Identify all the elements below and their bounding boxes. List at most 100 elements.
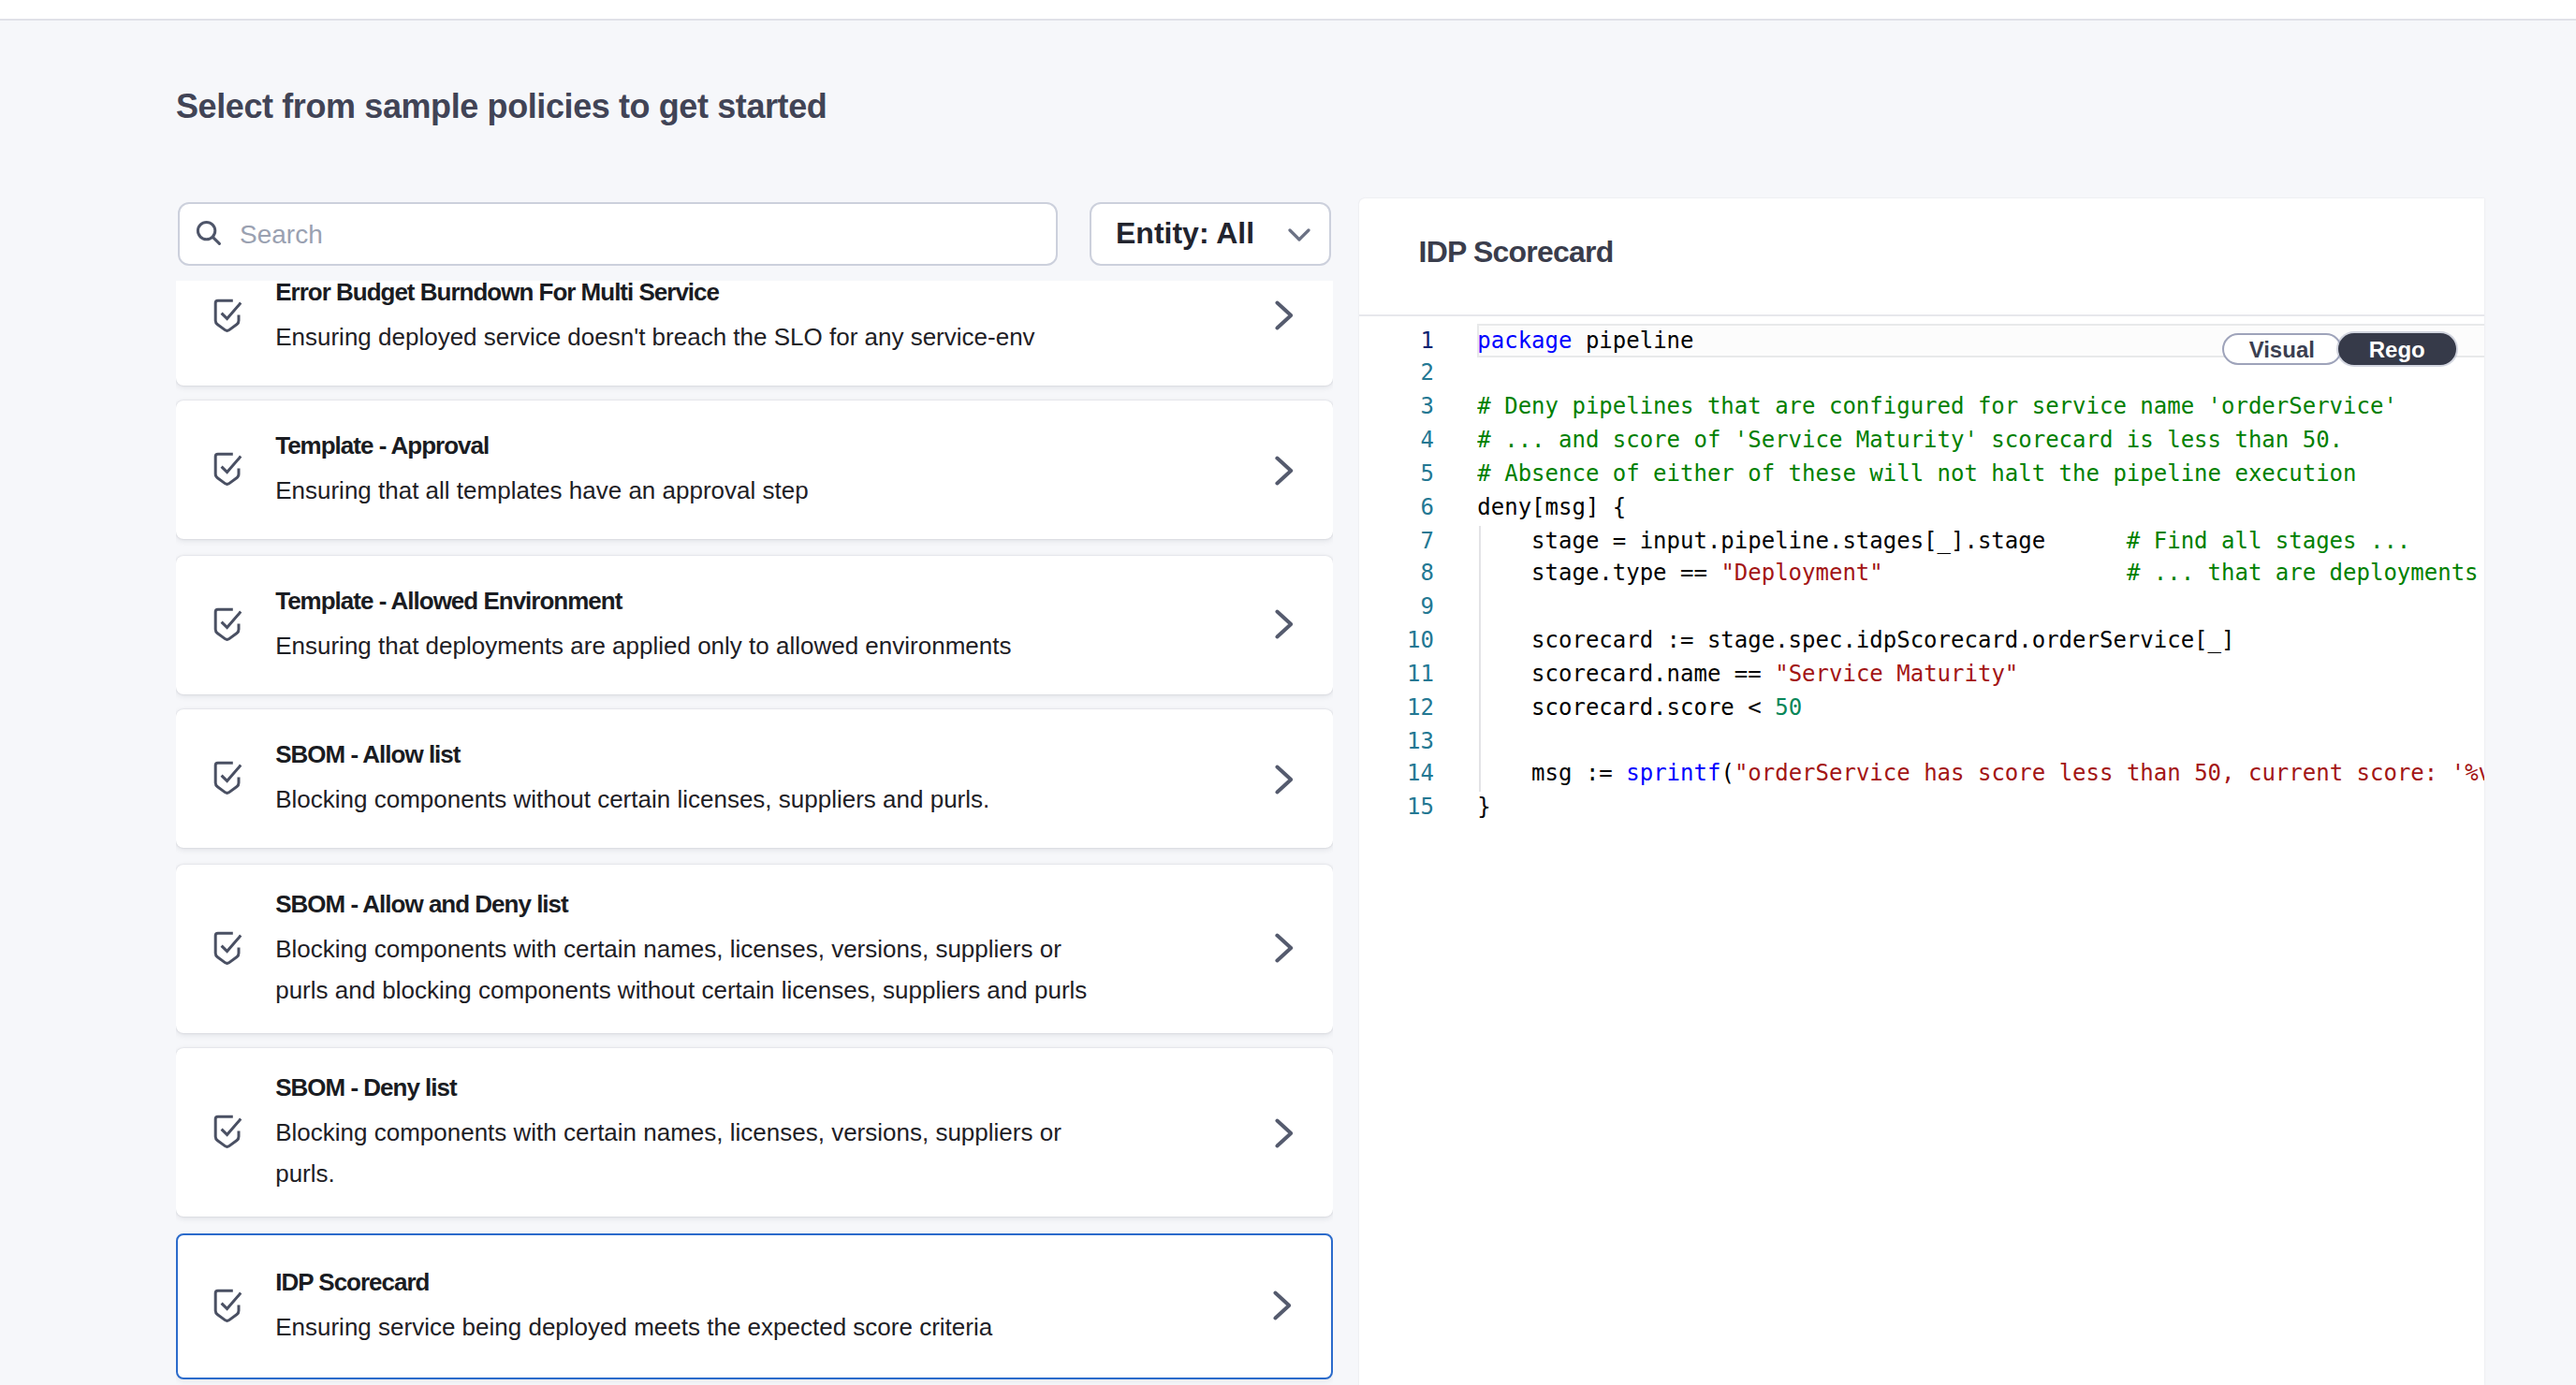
code-token: 50 (1775, 694, 1802, 721)
code-token: } (1477, 795, 1490, 821)
code-token: "Service Maturity" (1775, 661, 2018, 687)
policy-card[interactable]: Error Budget Burndown For Multi Service E… (175, 281, 1333, 385)
code-token: # Find all stages ... (2127, 527, 2410, 553)
chevron-right-icon[interactable] (1272, 299, 1295, 331)
policy-card-description: Ensuring that all templates have an appr… (275, 471, 1221, 512)
line-number: 5 (1359, 459, 1434, 492)
shield-check-icon (212, 1114, 243, 1153)
search-box (178, 201, 1058, 265)
policy-card-title: SBOM - Allow and Deny list (275, 885, 1221, 923)
policy-card-texts: SBOM - Allow listBlocking components wit… (275, 736, 1221, 821)
line-number: 1 (1359, 325, 1434, 358)
policy-card-texts: IDP Scorecard Ensuring service being depl… (275, 1263, 1219, 1348)
line-number: 2 (1359, 358, 1434, 392)
line-number: 13 (1359, 725, 1434, 759)
line-number: 4 (1359, 425, 1434, 459)
policy-card-texts: Error Budget Burndown For Multi Service E… (275, 281, 1221, 357)
code-line: # ... and score of 'Service Maturity' sc… (1477, 425, 2484, 459)
line-number: 9 (1359, 592, 1434, 626)
line-number: 12 (1359, 692, 1434, 726)
policy-card-title: SBOM - Deny list (275, 1070, 1221, 1107)
shield-check-icon (212, 760, 243, 799)
policy-card-title: SBOM - Allow list (275, 736, 1221, 774)
line-number: 3 (1359, 391, 1434, 425)
line-number: 10 (1359, 625, 1434, 659)
chevron-right-icon[interactable] (1272, 763, 1295, 795)
code-token: scorecard.score < (1477, 694, 1775, 721)
sample-policies-page: Select from sample policies to get start… (0, 0, 2576, 1385)
policy-card-title: IDP Scorecard (275, 1263, 1219, 1301)
policy-card-texts: Template - Allowed Environment Ensuring t… (275, 582, 1221, 666)
code-token: # ... and score of 'Service Maturity' sc… (1477, 427, 2343, 453)
policy-card[interactable]: IDP Scorecard Ensuring service being depl… (175, 1232, 1333, 1378)
entity-filter-label: Entity: All (1091, 216, 1254, 250)
code-token (1883, 561, 2127, 587)
rego-toggle-button[interactable]: Rego (2338, 333, 2456, 366)
code-line: scorecard.name == "Service Maturity" (1477, 659, 2484, 692)
code-token: deny[msg] { (1477, 493, 1626, 519)
chevron-right-icon[interactable] (1272, 932, 1295, 964)
shield-check-icon (212, 929, 243, 969)
line-number: 8 (1359, 559, 1434, 592)
line-number: 15 (1359, 793, 1434, 826)
policy-card-title: Template - Approval (275, 428, 1221, 465)
policy-card-texts: SBOM - Deny listBlocking components with… (275, 1070, 1221, 1195)
policy-card[interactable]: Template - Approval Ensuring that all tem… (175, 401, 1333, 539)
chevron-right-icon[interactable] (1272, 608, 1295, 640)
line-number: 7 (1359, 525, 1434, 559)
entity-filter-dropdown[interactable]: Entity: All (1090, 201, 1330, 265)
shield-check-icon (212, 297, 243, 336)
shield-check-icon (212, 451, 243, 490)
policy-card-title: Template - Allowed Environment (275, 582, 1221, 620)
code-line: deny[msg] { (1477, 491, 2484, 525)
policy-card[interactable]: SBOM - Allow and Deny list Blocking compo… (175, 864, 1333, 1032)
code-token: # Deny pipelines that are configured for… (1477, 393, 2397, 419)
code-token: scorecard := stage.spec.idpScorecard.ord… (1477, 627, 2234, 653)
policy-card-texts: SBOM - Allow and Deny list Blocking compo… (275, 885, 1221, 1011)
code-token: stage = input.pipeline.stages[_].stage (1477, 527, 2127, 553)
policy-card[interactable]: SBOM - Deny listBlocking components with… (175, 1048, 1333, 1217)
policy-card-description: Ensuring service being deployed meets th… (275, 1306, 1219, 1348)
code-token: # Absence of either of these will not ha… (1477, 460, 2356, 487)
policy-card[interactable]: SBOM - Allow listBlocking components wit… (175, 709, 1333, 848)
chevron-right-icon[interactable] (1270, 1290, 1293, 1321)
policy-card-title: Error Budget Burndown For Multi Service (275, 281, 1221, 311)
panel-title: IDP Scorecard (1419, 231, 1614, 272)
code-line: scorecard := stage.spec.idpScorecard.ord… (1477, 625, 2484, 659)
code-content[interactable]: package pipeline# Deny pipelines that ar… (1477, 325, 2484, 825)
code-token: msg := (1477, 761, 1626, 787)
policy-card-description: Blocking components with certain names, … (275, 928, 1221, 1011)
page-title: Select from sample policies to get start… (176, 84, 827, 129)
policy-list: Error Budget Burndown For Multi Service E… (175, 281, 1333, 1385)
code-token: pipeline (1572, 327, 1693, 353)
visual-toggle-button[interactable]: Visual (2222, 333, 2342, 366)
code-line: scorecard.score < 50 (1477, 692, 2484, 726)
code-line: stage.type == "Deployment" # ... that ar… (1477, 559, 2484, 592)
policy-card-description: Ensuring deployed service doesn't breach… (275, 316, 1221, 357)
chevron-right-icon[interactable] (1272, 454, 1295, 486)
line-number-gutter: 123456789101112131415 (1359, 325, 1434, 825)
search-input[interactable] (223, 218, 1056, 248)
policy-card[interactable]: Template - Allowed Environment Ensuring t… (175, 555, 1333, 693)
code-line: stage = input.pipeline.stages[_].stage #… (1477, 525, 2484, 559)
shield-check-icon (212, 605, 243, 645)
code-line: # Deny pipelines that are configured for… (1477, 391, 2484, 425)
code-token: scorecard.name == (1477, 661, 1775, 687)
top-bar (0, 0, 2576, 21)
code-line: } (1477, 793, 2484, 826)
line-number: 6 (1359, 491, 1434, 525)
code-token: ( (1720, 761, 1734, 787)
chevron-right-icon[interactable] (1272, 1116, 1295, 1148)
policy-card-description: Ensuring that deployments are applied on… (275, 625, 1221, 666)
shield-check-icon (212, 1287, 243, 1326)
policy-card-texts: Template - Approval Ensuring that all tem… (275, 428, 1221, 512)
search-icon (195, 219, 223, 247)
code-line (1477, 592, 2484, 626)
editor-mode-toggle: Visual Rego (2222, 333, 2456, 366)
panel-divider (1359, 313, 2485, 315)
code-token: "orderService has score less than 50, cu… (1734, 761, 2485, 787)
code-editor: 123456789101112131415 package pipeline# … (1359, 325, 2485, 1385)
line-number: 11 (1359, 659, 1434, 692)
line-number: 14 (1359, 759, 1434, 793)
chevron-down-icon (1287, 228, 1310, 241)
